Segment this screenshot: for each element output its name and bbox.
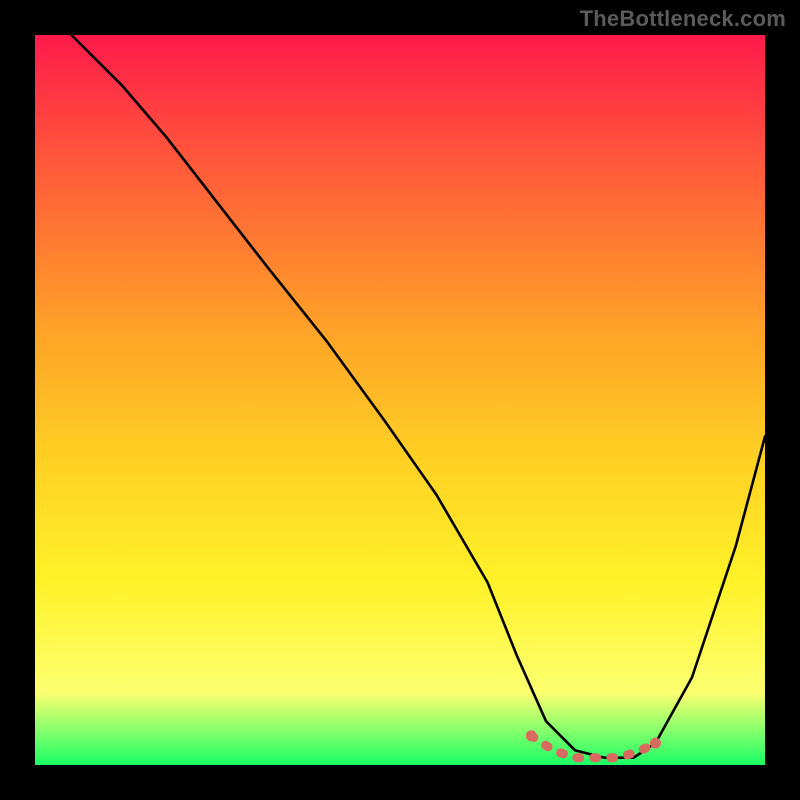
gradient-background [35, 35, 765, 765]
highlight-endpoint [650, 738, 661, 749]
chart-stage: TheBottleneck.com [0, 0, 800, 800]
highlight-endpoint [526, 730, 537, 741]
bottleneck-chart [0, 0, 800, 800]
watermark-text: TheBottleneck.com [580, 6, 786, 32]
